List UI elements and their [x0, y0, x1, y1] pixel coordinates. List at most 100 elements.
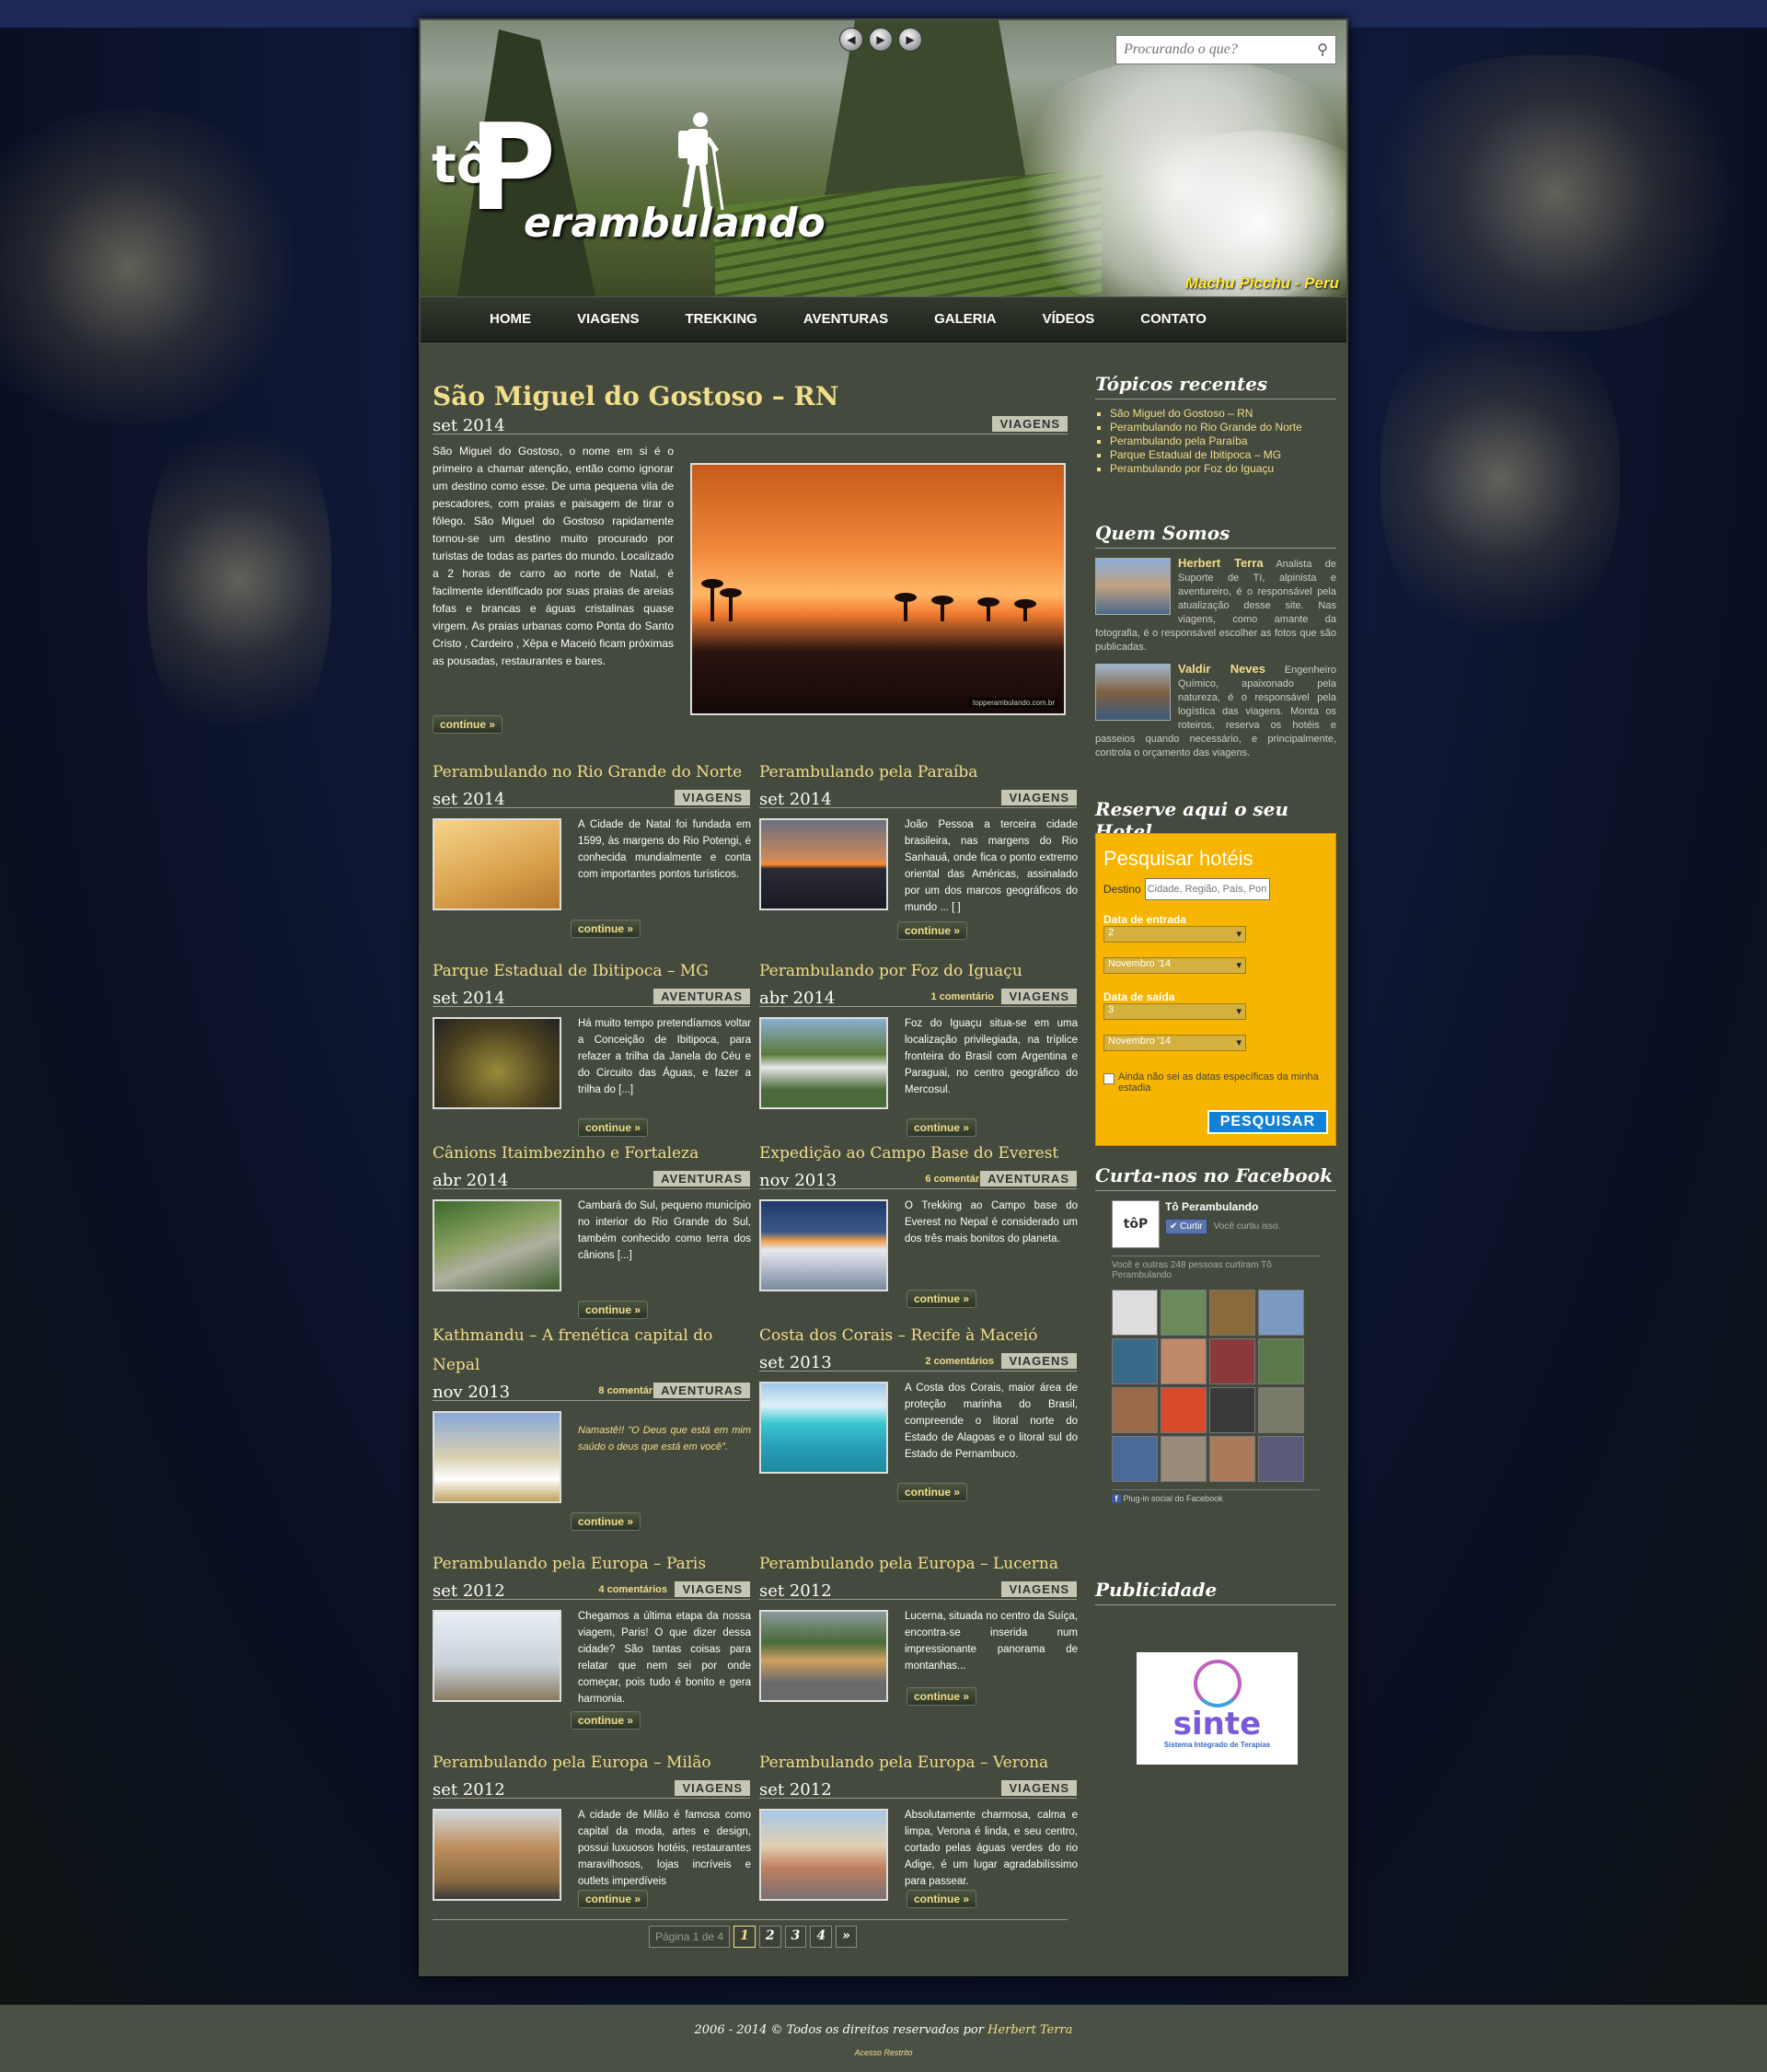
fan-avatar[interactable]	[1161, 1387, 1207, 1433]
category-badge[interactable]: VIAGENS	[1001, 989, 1077, 1004]
continue-button[interactable]: continue »	[578, 1890, 649, 1908]
continue-button[interactable]: continue »	[907, 1687, 977, 1706]
checkout-month-select[interactable]: Novembro '14	[1103, 1035, 1246, 1051]
next-page-link[interactable]: »	[836, 1926, 857, 1948]
nav-contato[interactable]: CONTATO	[1117, 297, 1230, 341]
continue-button[interactable]: continue »	[578, 1301, 649, 1319]
category-badge[interactable]: AVENTURAS	[653, 989, 750, 1004]
page-link-4[interactable]: 4	[810, 1926, 833, 1948]
post-thumbnail-stupa[interactable]	[433, 1411, 561, 1503]
fan-avatar[interactable]	[1209, 1338, 1255, 1384]
fan-avatar[interactable]	[1258, 1387, 1304, 1433]
recent-link[interactable]: Perambulando por Foz do Iguaçu	[1110, 462, 1336, 476]
post-thumbnail-eiffel[interactable]	[433, 1610, 561, 1702]
facebook-like-button[interactable]: ✔ Curtir	[1165, 1219, 1207, 1234]
post-thumbnail-coral-coast[interactable]	[759, 1382, 888, 1474]
post-title[interactable]: Perambulando por Foz do Iguaçu	[759, 956, 1077, 986]
category-badge[interactable]: VIAGENS	[675, 1780, 750, 1796]
recent-link[interactable]: São Miguel do Gostoso – RN	[1110, 407, 1336, 421]
nav-galeria[interactable]: GALERIA	[911, 297, 1020, 341]
post-title[interactable]: Expedição ao Campo Base do Everest	[759, 1139, 1077, 1168]
fan-avatar[interactable]	[1258, 1338, 1304, 1384]
category-badge[interactable]: VIAGENS	[1001, 790, 1077, 805]
post-thumbnail-everest[interactable]	[759, 1199, 888, 1291]
comment-count[interactable]: 4 comentários	[598, 1584, 667, 1595]
category-badge[interactable]: VIAGENS	[1001, 1353, 1077, 1369]
fan-avatar[interactable]	[1258, 1436, 1304, 1482]
fan-avatar[interactable]	[1161, 1338, 1207, 1384]
play-icon[interactable]: ▶	[869, 28, 893, 52]
continue-button[interactable]: continue »	[907, 1290, 977, 1308]
fan-avatar[interactable]	[1258, 1290, 1304, 1336]
nav-trekking[interactable]: TREKKING	[663, 297, 780, 341]
post-title[interactable]: Perambulando pela Europa – Milão	[433, 1748, 750, 1777]
ad-banner[interactable]: sinte Sistema Integrado de Terapias	[1137, 1652, 1298, 1765]
dates-unknown-checkbox[interactable]	[1103, 1073, 1114, 1084]
featured-image-sunset[interactable]: topperambulando.com.br	[690, 463, 1066, 715]
facebook-page-name[interactable]: Tô Perambulando	[1165, 1200, 1281, 1213]
continue-button[interactable]: continue »	[571, 1512, 641, 1531]
nav-home[interactable]: HOME	[467, 297, 554, 341]
plugin-label[interactable]: Plug-in social do Facebook	[1124, 1494, 1223, 1503]
checkin-day-select[interactable]: 2	[1103, 926, 1246, 943]
prev-icon[interactable]: ◀	[839, 28, 863, 52]
continue-button[interactable]: continue »	[578, 1118, 649, 1137]
fan-avatar[interactable]	[1209, 1387, 1255, 1433]
next-icon[interactable]: ▶	[898, 28, 922, 52]
post-title[interactable]: Parque Estadual de Ibitipoca – MG	[433, 956, 750, 986]
nav-viagens[interactable]: VIAGENS	[554, 297, 663, 341]
fan-avatar[interactable]	[1161, 1290, 1207, 1336]
checkout-day-select[interactable]: 3	[1103, 1003, 1246, 1020]
continue-button[interactable]: continue »	[897, 1483, 968, 1501]
category-badge[interactable]: AVENTURAS	[653, 1171, 750, 1186]
post-title[interactable]: Perambulando pela Europa – Verona	[759, 1748, 1077, 1777]
continue-button[interactable]: continue »	[433, 715, 503, 734]
post-title[interactable]: Perambulando pela Europa – Lucerna	[759, 1549, 1077, 1579]
fan-avatar[interactable]	[1209, 1290, 1255, 1336]
category-badge[interactable]: VIAGENS	[992, 416, 1068, 432]
category-badge[interactable]: AVENTURAS	[653, 1383, 750, 1398]
category-badge[interactable]: VIAGENS	[1001, 1780, 1077, 1796]
post-title[interactable]: Costa dos Corais – Recife à Maceió	[759, 1321, 1077, 1350]
page-link-1[interactable]: 1	[733, 1926, 756, 1948]
post-thumbnail-sunset-sea[interactable]	[759, 818, 888, 910]
author-link[interactable]: Herbert Terra	[987, 2023, 1072, 2037]
post-title[interactable]: Cânions Itaimbezinho e Fortaleza	[433, 1139, 750, 1168]
post-thumbnail-cave[interactable]	[433, 1017, 561, 1109]
search-input[interactable]	[1122, 36, 1310, 64]
checkin-month-select[interactable]: Novembro '14	[1103, 957, 1246, 974]
nav-videos[interactable]: VÍDEOS	[1020, 297, 1118, 341]
post-thumbnail-lucerna[interactable]	[759, 1610, 888, 1702]
nav-aventuras[interactable]: AVENTURAS	[780, 297, 911, 341]
fan-avatar[interactable]	[1112, 1338, 1158, 1384]
featured-title[interactable]: São Miguel do Gostoso – RN	[433, 380, 1068, 413]
recent-link[interactable]: Parque Estadual de Ibitipoca – MG	[1110, 448, 1336, 462]
post-thumbnail-verona[interactable]	[759, 1809, 888, 1901]
category-badge[interactable]: VIAGENS	[675, 1581, 750, 1597]
hotel-search-button[interactable]: PESQUISAR	[1207, 1110, 1328, 1134]
page-link-2[interactable]: 2	[758, 1926, 781, 1948]
post-title[interactable]: Perambulando pela Europa – Paris	[433, 1549, 750, 1579]
page-link-3[interactable]: 3	[784, 1926, 807, 1948]
category-badge[interactable]: VIAGENS	[1001, 1581, 1077, 1597]
post-title[interactable]: Perambulando pela Paraíba	[759, 758, 1077, 787]
category-badge[interactable]: AVENTURAS	[980, 1171, 1077, 1186]
post-title[interactable]: Kathmandu – A frenética capital do Nepal	[433, 1321, 750, 1380]
recent-link[interactable]: Perambulando no Rio Grande do Norte	[1110, 421, 1336, 434]
continue-button[interactable]: continue »	[897, 921, 968, 940]
post-thumbnail-milan-cathedral[interactable]	[433, 1809, 561, 1901]
continue-button[interactable]: continue »	[907, 1118, 977, 1137]
fan-avatar[interactable]	[1209, 1436, 1255, 1482]
fan-avatar[interactable]	[1112, 1387, 1158, 1433]
post-title[interactable]: Perambulando no Rio Grande do Norte	[433, 758, 750, 787]
post-thumbnail-dunes[interactable]	[433, 818, 561, 910]
comment-count[interactable]: 1 comentário	[931, 991, 994, 1002]
continue-button[interactable]: continue »	[571, 920, 641, 938]
restricted-access-link[interactable]: Acesso Restrito	[0, 2048, 1767, 2057]
post-thumbnail-waterfalls[interactable]	[759, 1017, 888, 1109]
category-badge[interactable]: VIAGENS	[675, 790, 750, 805]
fan-avatar[interactable]	[1161, 1436, 1207, 1482]
fan-avatar[interactable]	[1112, 1290, 1158, 1336]
continue-button[interactable]: continue »	[907, 1890, 977, 1908]
continue-button[interactable]: continue »	[571, 1711, 641, 1730]
